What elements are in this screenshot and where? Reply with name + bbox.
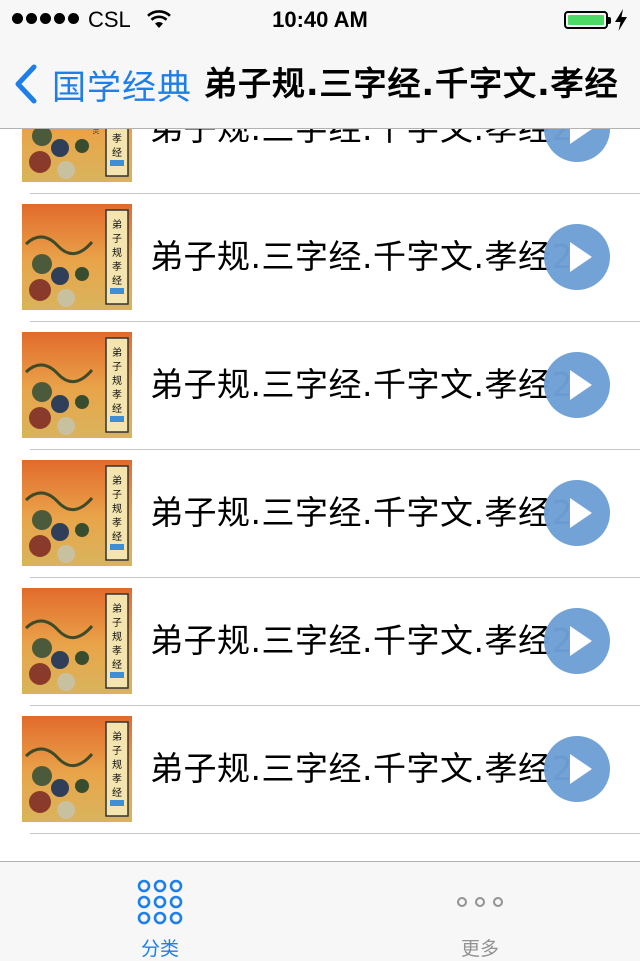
svg-text:规: 规: [112, 630, 122, 643]
svg-text:孝: 孝: [112, 773, 122, 785]
tab-bar: 分类 更多: [0, 861, 640, 961]
svg-text:子: 子: [112, 617, 122, 629]
play-icon: [570, 370, 592, 400]
back-button[interactable]: 国学经典: [12, 40, 192, 128]
svg-text:规: 规: [112, 758, 122, 771]
audio-list: 弟 子 规 孝 经 净化心灵 弟子规.三字经.千字文.孝经2 弟 子: [0, 66, 640, 834]
book-cover-thumbnail: 弟 子 规 孝 经: [22, 588, 132, 694]
svg-text:经: 经: [112, 274, 122, 287]
play-icon: [570, 754, 592, 784]
svg-text:经: 经: [112, 146, 122, 159]
play-button[interactable]: [544, 224, 610, 290]
status-bar: CSL 10:40 AM: [0, 0, 640, 40]
list-item[interactable]: 弟 子 规 孝 经 弟子规.三字经.千字文.孝经2: [0, 706, 640, 834]
svg-text:子: 子: [112, 489, 122, 501]
svg-text:经: 经: [112, 658, 122, 671]
grid-icon: [137, 879, 183, 925]
page-title: 弟子规.三字经.千字文.孝经: [204, 64, 619, 103]
navigation-bar: 国学经典 弟子规.三字经.千字文.孝经: [0, 40, 640, 129]
svg-text:弟: 弟: [112, 347, 122, 359]
play-button[interactable]: [544, 608, 610, 674]
svg-text:子: 子: [112, 233, 122, 245]
clock: 10:40 AM: [272, 7, 368, 32]
book-cover-thumbnail: 弟 子 规 孝 经: [22, 460, 132, 566]
svg-text:孝: 孝: [112, 389, 122, 401]
svg-text:经: 经: [112, 786, 122, 799]
svg-text:经: 经: [112, 530, 122, 543]
svg-text:子: 子: [112, 361, 122, 373]
chevron-left-icon: [15, 64, 37, 104]
list-item[interactable]: 弟 子 规 孝 经 弟子规.三字经.千字文.孝经2: [0, 322, 640, 450]
book-cover-thumbnail: 弟 子 规 孝 经: [22, 332, 132, 438]
list-item[interactable]: 弟 子 规 孝 经 弟子规.三字经.千字文.孝经2: [0, 450, 640, 578]
tab-category-label: 分类: [140, 938, 179, 960]
svg-text:规: 规: [112, 374, 122, 387]
svg-text:孝: 孝: [112, 517, 122, 529]
play-button[interactable]: [544, 736, 610, 802]
svg-text:弟: 弟: [112, 731, 122, 743]
svg-text:规: 规: [112, 246, 122, 259]
back-button-label: 国学经典: [52, 67, 192, 108]
play-icon: [570, 626, 592, 656]
battery-icon: [564, 11, 611, 29]
tab-more-label: 更多: [460, 938, 499, 960]
play-button[interactable]: [544, 352, 610, 418]
book-cover-thumbnail: 弟 子 规 孝 经: [22, 204, 132, 310]
tab-category[interactable]: 分类: [0, 862, 320, 961]
play-icon: [570, 242, 592, 272]
svg-text:弟: 弟: [112, 603, 122, 615]
play-icon: [570, 498, 592, 528]
svg-text:子: 子: [112, 745, 122, 757]
svg-text:弟: 弟: [112, 475, 122, 487]
svg-text:弟: 弟: [112, 219, 122, 231]
list-item[interactable]: 弟 子 规 孝 经 弟子规.三字经.千字文.孝经2: [0, 194, 640, 322]
svg-text:经: 经: [112, 402, 122, 415]
list-item[interactable]: 弟 子 规 孝 经 弟子规.三字经.千字文.孝经2: [0, 578, 640, 706]
play-button[interactable]: [544, 480, 610, 546]
svg-text:孝: 孝: [112, 645, 122, 657]
book-cover-thumbnail: 弟 子 规 孝 经: [22, 716, 132, 822]
svg-text:规: 规: [112, 502, 122, 515]
tab-more[interactable]: 更多: [320, 862, 640, 961]
svg-text:孝: 孝: [112, 133, 122, 145]
svg-text:孝: 孝: [112, 261, 122, 273]
charging-icon: [615, 9, 627, 31]
more-dots-icon: [457, 897, 503, 907]
